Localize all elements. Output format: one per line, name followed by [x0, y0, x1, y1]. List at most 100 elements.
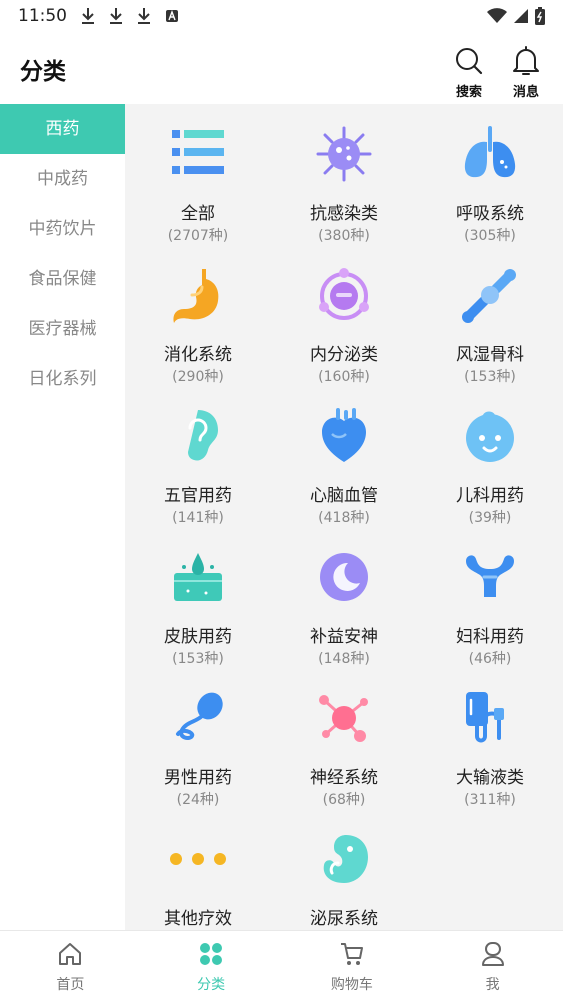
category-item[interactable]: 泌尿系统 — [271, 809, 417, 930]
category-count: (380种) — [318, 228, 370, 244]
battery-icon — [535, 7, 545, 25]
kidney-icon — [323, 835, 368, 883]
category-icon — [200, 943, 223, 965]
wifi-icon — [487, 8, 507, 23]
more-dots-icon — [170, 853, 226, 865]
category-name: 儿科用药 — [456, 486, 524, 506]
category-count: (46种) — [468, 651, 512, 667]
iv-drip-icon — [466, 692, 504, 743]
category-item[interactable]: 皮肤用药 (153种) — [125, 527, 271, 668]
category-name: 泌尿系统 — [310, 909, 378, 929]
category-name: 补益安神 — [310, 627, 378, 647]
bottom-tab-bar: 首页 分类 购物车 我 — [0, 930, 563, 1000]
category-item[interactable]: 内分泌类 (160种) — [271, 245, 417, 386]
status-time: 11:50 — [18, 6, 67, 26]
sidebar-item-health-food[interactable]: 食品保健 — [0, 254, 125, 304]
category-item[interactable]: 儿科用药 (39种) — [417, 386, 563, 527]
download-icon — [110, 8, 122, 24]
signal-icon — [514, 9, 528, 23]
category-item[interactable]: 心脑血管 (418种) — [271, 386, 417, 527]
category-name: 妇科用药 — [456, 627, 524, 647]
neuron-icon — [319, 695, 368, 742]
virus-icon — [316, 126, 372, 182]
sperm-icon — [176, 692, 223, 740]
app-notification-icon — [166, 10, 178, 22]
category-count: (39种) — [468, 510, 512, 526]
search-icon — [456, 48, 483, 75]
tab-home[interactable]: 首页 — [0, 931, 141, 1000]
category-item[interactable]: 消化系统 (290种) — [125, 245, 271, 386]
category-count: (160种) — [318, 369, 370, 385]
category-name: 呼吸系统 — [456, 204, 524, 224]
category-count: (153种) — [464, 369, 516, 385]
download-icon — [138, 8, 150, 24]
bone-joint-icon — [462, 269, 516, 323]
category-item[interactable]: 全部 (2707种) — [125, 104, 271, 245]
category-item[interactable]: 五官用药 (141种) — [125, 386, 271, 527]
ear-icon — [188, 410, 218, 461]
tab-me[interactable]: 我 — [422, 931, 563, 1000]
category-count: (305种) — [464, 228, 516, 244]
tab-cart[interactable]: 购物车 — [282, 931, 423, 1000]
cart-icon — [340, 943, 363, 965]
category-item[interactable]: 神经系统 (68种) — [271, 668, 417, 809]
category-count: (141种) — [172, 510, 224, 526]
category-item[interactable]: 其他疗效 — [125, 809, 271, 930]
category-grid: 全部 (2707种) 抗感染类 (380种) 呼吸系统 (305种) 消化系统 … — [125, 104, 563, 930]
category-count: (290种) — [172, 369, 224, 385]
lungs-icon — [464, 126, 516, 178]
category-item[interactable]: 抗感染类 (380种) — [271, 104, 417, 245]
category-count: (311种) — [464, 792, 516, 808]
category-item[interactable]: 大输液类 (311种) — [417, 668, 563, 809]
category-name: 其他疗效 — [164, 909, 232, 929]
category-count: (418种) — [318, 510, 370, 526]
category-count: (2707种) — [167, 228, 229, 244]
page-title: 分类 — [20, 59, 66, 85]
skin-icon — [174, 553, 222, 601]
moon-icon — [320, 553, 368, 601]
stomach-icon — [173, 269, 219, 323]
category-item[interactable]: 男性用药 (24种) — [125, 668, 271, 809]
category-name: 神经系统 — [310, 768, 378, 788]
category-name: 抗感染类 — [310, 204, 378, 224]
category-count: (24种) — [176, 792, 220, 808]
sidebar-item-medical-devices[interactable]: 医疗器械 — [0, 304, 125, 354]
category-count: (153种) — [172, 651, 224, 667]
category-name: 男性用药 — [164, 768, 232, 788]
sidebar-item-herbal-pieces[interactable]: 中药饮片 — [0, 204, 125, 254]
category-name: 大输液类 — [456, 768, 524, 788]
tab-label: 购物车 — [330, 977, 373, 993]
tab-label: 首页 — [56, 977, 85, 993]
category-name: 内分泌类 — [310, 345, 378, 365]
home-icon — [59, 943, 82, 965]
sidebar-item-chinese-patent-medicine[interactable]: 中成药 — [0, 154, 125, 204]
tab-category[interactable]: 分类 — [141, 931, 282, 1000]
search-button[interactable]: 搜索 — [447, 44, 491, 100]
category-name: 皮肤用药 — [164, 627, 232, 647]
category-name: 风湿骨科 — [456, 345, 524, 365]
category-count: (148种) — [318, 651, 370, 667]
category-item[interactable]: 呼吸系统 (305种) — [417, 104, 563, 245]
category-item[interactable]: 妇科用药 (46种) — [417, 527, 563, 668]
sidebar-item-western-medicine[interactable]: 西药 — [0, 104, 125, 154]
tab-label: 分类 — [197, 977, 226, 993]
bell-icon — [513, 46, 539, 75]
category-item[interactable]: 补益安神 (148种) — [271, 527, 417, 668]
status-bar: 11:50 — [0, 0, 563, 32]
download-icon — [82, 8, 94, 24]
search-label: 搜索 — [455, 85, 482, 100]
category-item[interactable]: 风湿骨科 (153种) — [417, 245, 563, 386]
category-count: (68种) — [322, 792, 366, 808]
category-name: 心脑血管 — [310, 486, 378, 506]
uterus-icon — [466, 555, 514, 597]
tab-label: 我 — [485, 977, 500, 993]
category-name: 消化系统 — [164, 345, 232, 365]
heart-icon — [322, 408, 366, 462]
header: 分类 搜索 消息 — [0, 32, 563, 104]
list-icon — [172, 130, 224, 174]
message-button[interactable]: 消息 — [504, 44, 548, 100]
endocrine-icon — [319, 268, 369, 320]
sidebar-item-daily-chemicals[interactable]: 日化系列 — [0, 354, 125, 404]
user-icon — [481, 942, 504, 966]
category-name: 全部 — [181, 204, 215, 224]
